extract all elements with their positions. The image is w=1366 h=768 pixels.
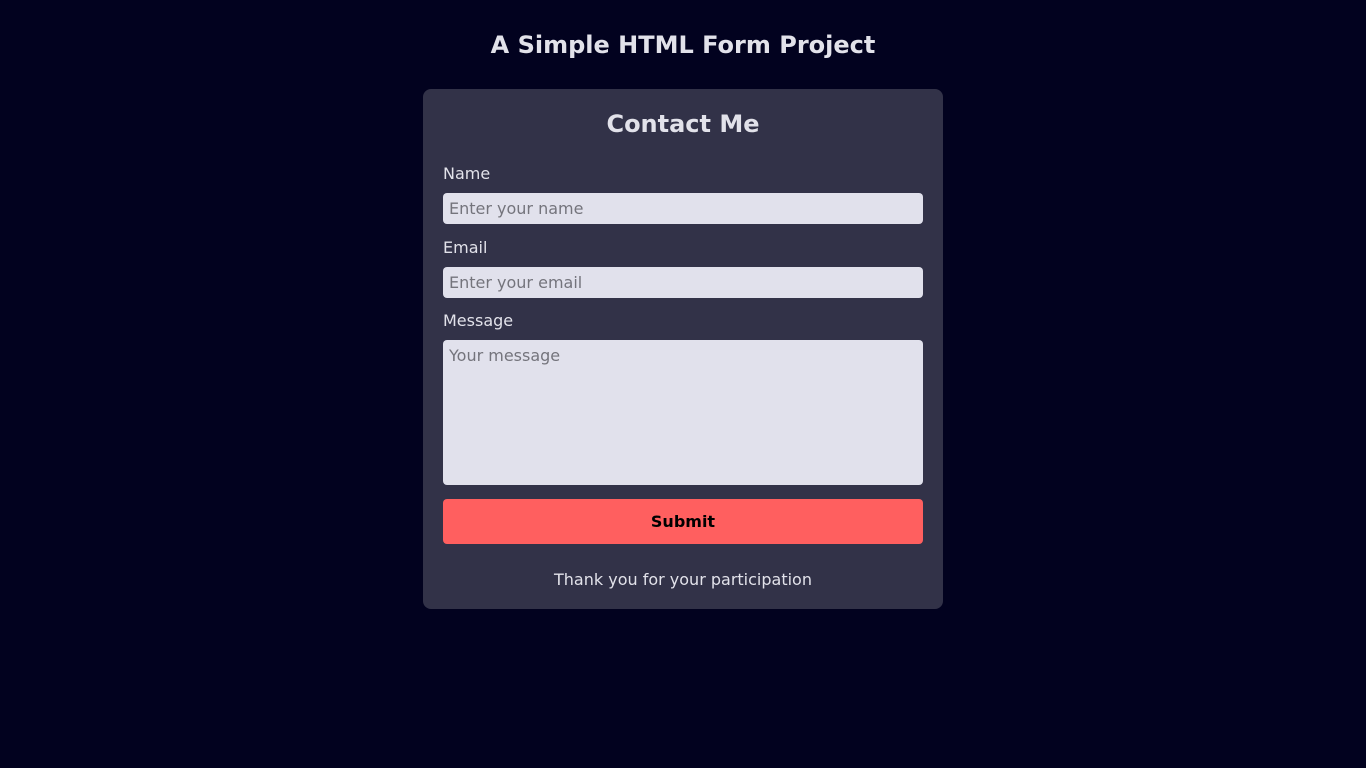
contact-form-card: Contact Me Name Email Message Submit Tha… bbox=[423, 89, 943, 609]
name-input[interactable] bbox=[443, 193, 923, 224]
message-label: Message bbox=[443, 311, 514, 330]
name-label: Name bbox=[443, 164, 491, 183]
email-input[interactable] bbox=[443, 267, 923, 298]
submit-button[interactable]: Submit bbox=[443, 499, 923, 544]
email-label: Email bbox=[443, 238, 488, 257]
thank-you-text: Thank you for your participation bbox=[554, 570, 812, 589]
message-textarea[interactable] bbox=[443, 340, 923, 485]
form-title: Contact Me bbox=[606, 110, 760, 138]
page-title: A Simple HTML Form Project bbox=[490, 31, 876, 59]
